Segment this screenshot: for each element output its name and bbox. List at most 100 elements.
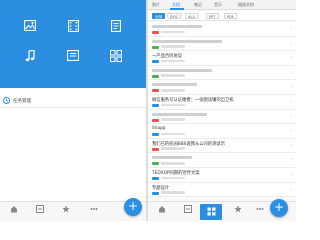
chevron-right-icon: › <box>290 157 292 164</box>
grid-item-music[interactable] <box>12 50 48 90</box>
tab-share[interactable] <box>178 205 198 213</box>
file-title: TEDXDP同期的宣传文案 <box>152 171 200 176</box>
file-type-badge <box>152 31 159 34</box>
file-title: 专题设计 <box>152 185 170 191</box>
grid-item-folder[interactable] <box>55 50 91 90</box>
list-item[interactable]: › <box>148 80 296 95</box>
file-type-badge <box>152 191 159 195</box>
file-type-badge <box>152 104 159 107</box>
file-title: 一产品合同协议 <box>152 54 183 60</box>
list-item[interactable]: › <box>148 109 296 125</box>
document-icon <box>111 20 121 32</box>
filter-ppt[interactable]: PPT <box>206 13 219 19</box>
chevron-right-icon: › <box>290 26 292 32</box>
file-meta <box>161 147 185 150</box>
file-meta <box>161 45 185 48</box>
file-meta <box>161 118 185 121</box>
tab-share[interactable] <box>30 205 50 213</box>
chevron-right-icon: › <box>290 84 292 91</box>
image-icon <box>24 20 36 31</box>
file-title: 微信服务号认证缴费：一张图读懂的自卫机 <box>152 98 234 103</box>
file-title-redacted <box>152 112 207 116</box>
chevron-right-icon: › <box>290 99 292 105</box>
file-meta <box>161 103 185 107</box>
file-type-badge <box>152 133 159 137</box>
file-type-badge <box>152 162 159 166</box>
file-type-badge <box>152 74 159 78</box>
share-icon <box>184 205 192 213</box>
list-item[interactable]: 我们已的校园BBS说我从公司的测试示 › <box>148 138 296 154</box>
home-icon <box>11 206 17 213</box>
folder-icon <box>67 50 79 61</box>
chevron-right-icon: › <box>290 113 292 120</box>
file-title-redacted <box>152 83 197 87</box>
list-item[interactable]: 专题设计 › <box>148 182 296 198</box>
nav-tab-images[interactable]: 图片 <box>152 2 160 8</box>
file-type-badge <box>152 60 159 64</box>
file-title-redacted <box>152 25 202 28</box>
tab-favorites[interactable] <box>56 205 76 213</box>
list-item[interactable]: › <box>148 65 296 81</box>
add-button[interactable]: + <box>124 198 142 216</box>
chevron-right-icon: › <box>290 186 292 193</box>
file-title: 我们已的校园BBS说我从公司的测试示 <box>152 141 225 147</box>
file-type-badge <box>152 147 159 151</box>
file-title-redacted <box>152 68 212 72</box>
nav-tab-linked-docs[interactable]: 链接文档 <box>238 2 254 8</box>
filter-bar: 全部 DOC XLS PPT PDF <box>148 11 296 21</box>
chevron-right-icon: › <box>290 40 292 47</box>
left-panel: 任务管理 + <box>0 0 146 221</box>
tab-more[interactable] <box>250 205 270 213</box>
home-icon <box>159 206 165 213</box>
file-title: Snapp <box>152 126 166 132</box>
filter-xls[interactable]: XLS <box>185 13 198 19</box>
tab-home[interactable] <box>152 205 172 213</box>
video-icon <box>67 20 79 32</box>
plus-icon: + <box>273 200 285 214</box>
list-item[interactable]: TEDXDP同期的宣传文案 › <box>148 168 296 183</box>
file-type-badge <box>152 118 159 122</box>
nav-tab-music[interactable]: 音乐 <box>214 2 222 8</box>
file-type-badge <box>152 177 159 180</box>
nav-tab-notes[interactable]: 笔记 <box>194 2 202 8</box>
file-meta <box>161 161 185 165</box>
list-item[interactable]: › <box>148 153 296 168</box>
add-button[interactable]: + <box>270 199 288 217</box>
chevron-right-icon: › <box>290 128 292 135</box>
list-item[interactable]: Snapp › <box>148 124 296 139</box>
filter-pdf[interactable]: PDF <box>224 13 238 19</box>
star-icon <box>62 205 70 213</box>
file-meta <box>161 30 185 34</box>
list-item[interactable]: 微信服务号认证缴费：一张图读懂的自卫机 › <box>148 95 296 110</box>
list-item[interactable]: › <box>148 22 296 37</box>
filter-all[interactable]: 全部 <box>152 13 166 19</box>
file-meta <box>161 176 185 180</box>
star-icon <box>234 205 242 213</box>
grid-icon <box>207 207 215 216</box>
share-icon <box>36 205 44 213</box>
more-icon <box>256 208 264 210</box>
file-title-redacted <box>152 156 192 160</box>
active-tab-indicator <box>170 8 184 10</box>
file-meta <box>161 132 185 136</box>
list-item[interactable]: › <box>148 36 296 52</box>
tab-home[interactable] <box>4 205 24 213</box>
tab-files-active[interactable] <box>200 204 222 220</box>
chevron-right-icon: › <box>290 55 292 62</box>
music-icon <box>25 50 35 62</box>
grid-item-apps[interactable] <box>98 50 134 90</box>
right-panel: 图片 文档 笔记 音乐 链接文档 全部 DOC XLS PPT PDF › › … <box>148 0 296 221</box>
tab-favorites[interactable] <box>228 205 248 213</box>
tab-more[interactable] <box>84 205 104 213</box>
file-type-badge <box>152 45 159 49</box>
filter-doc[interactable]: DOC <box>167 13 182 19</box>
clock-icon <box>3 97 10 104</box>
file-meta <box>161 191 185 194</box>
task-manager-row[interactable]: 任务管理 <box>0 94 146 108</box>
task-manager-label: 任务管理 <box>13 99 31 104</box>
chevron-right-icon: › <box>290 69 292 76</box>
more-icon <box>90 208 98 210</box>
list-item[interactable]: 一产品合同协议 › <box>148 51 296 66</box>
category-grid <box>0 0 146 88</box>
file-title-redacted <box>152 39 222 43</box>
